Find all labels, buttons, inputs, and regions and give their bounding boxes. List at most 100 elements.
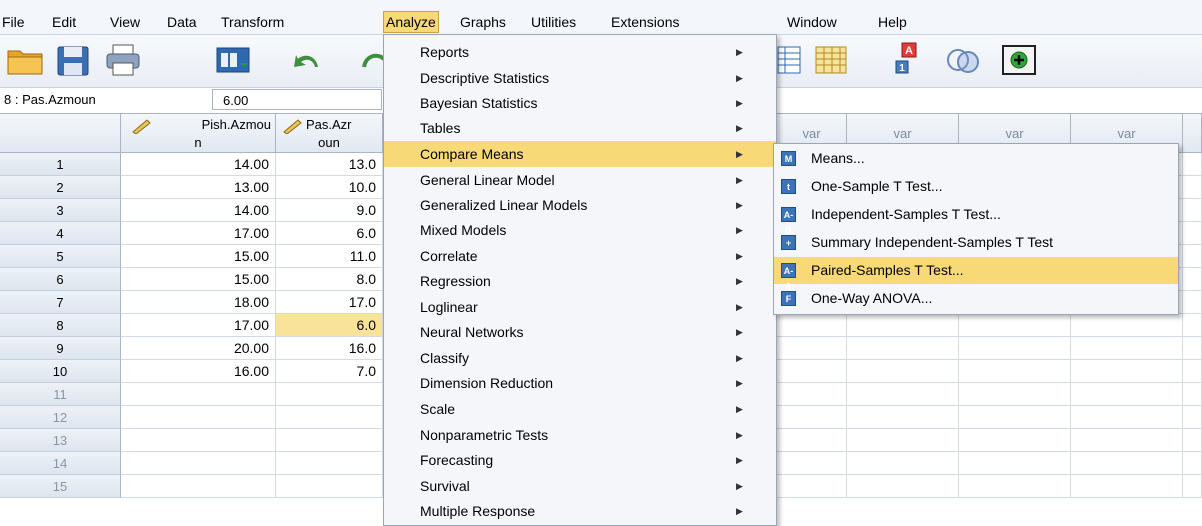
empty-cell[interactable]	[847, 429, 959, 452]
column-header-pas-azmoun[interactable]: Pas.Azr oun	[276, 114, 383, 153]
print-icon[interactable]	[104, 41, 142, 79]
menu-analyze[interactable]: Analyze	[383, 11, 439, 33]
submenu-item-summary-independent-samples-t-test[interactable]: + Summary Independent-Samples T Test	[774, 229, 1178, 256]
data-cell[interactable]: 17.0	[276, 291, 383, 314]
menu-item-multiple-response[interactable]: Multiple Response ▶	[384, 498, 776, 524]
data-cell[interactable]	[276, 429, 383, 452]
empty-cell[interactable]	[1183, 406, 1202, 429]
data-cell[interactable]: 8.0	[276, 268, 383, 291]
empty-cell[interactable]	[1183, 176, 1202, 199]
empty-cell[interactable]	[1071, 429, 1183, 452]
data-cell[interactable]	[121, 406, 276, 429]
row-number[interactable]: 9	[0, 337, 121, 360]
empty-cell[interactable]	[847, 383, 959, 406]
menu-item-nonparametric-tests[interactable]: Nonparametric Tests ▶	[384, 422, 776, 448]
row-number[interactable]: 2	[0, 176, 121, 199]
menu-item-classify[interactable]: Classify ▶	[384, 345, 776, 371]
data-cell[interactable]: 9.0	[276, 199, 383, 222]
cell-value-field[interactable]: 6.00	[212, 89, 382, 110]
empty-cell[interactable]	[777, 452, 847, 475]
menu-item-compare-means[interactable]: Compare Means ▶	[384, 141, 776, 167]
data-cell[interactable]: 15.00	[121, 268, 276, 291]
data-cell[interactable]: 18.00	[121, 291, 276, 314]
data-cell[interactable]	[276, 452, 383, 475]
menu-item-scale[interactable]: Scale ▶	[384, 396, 776, 422]
grid-corner[interactable]	[0, 114, 121, 153]
data-cell[interactable]	[121, 452, 276, 475]
data-cell[interactable]: 17.00	[121, 314, 276, 337]
data-cell[interactable]	[121, 429, 276, 452]
menu-utilities[interactable]: Utilities	[529, 12, 578, 32]
empty-cell[interactable]	[1183, 245, 1202, 268]
data-cell[interactable]: 7.0	[276, 360, 383, 383]
undo-icon[interactable]	[288, 41, 326, 79]
empty-cell[interactable]	[1071, 360, 1183, 383]
empty-cell[interactable]	[777, 429, 847, 452]
menu-edit[interactable]: Edit	[50, 12, 78, 32]
empty-cell[interactable]	[777, 360, 847, 383]
menu-help[interactable]: Help	[876, 12, 909, 32]
empty-cell[interactable]	[959, 314, 1071, 337]
empty-cell[interactable]	[1183, 222, 1202, 245]
empty-cell[interactable]	[847, 314, 959, 337]
empty-cell[interactable]	[1183, 268, 1202, 291]
split-file-icon[interactable]	[776, 41, 814, 79]
submenu-item-means[interactable]: M Means...	[774, 145, 1178, 172]
empty-cell[interactable]	[777, 337, 847, 360]
empty-cell[interactable]	[959, 337, 1071, 360]
value-labels-icon[interactable]: A 1	[888, 41, 926, 79]
row-number[interactable]: 14	[0, 452, 121, 475]
menu-item-generalized-linear-models[interactable]: Generalized Linear Models ▶	[384, 192, 776, 218]
menu-item-general-linear-model[interactable]: General Linear Model ▶	[384, 167, 776, 193]
row-number[interactable]: 4	[0, 222, 121, 245]
data-cell[interactable]: 16.0	[276, 337, 383, 360]
data-cell[interactable]: 6.0	[276, 222, 383, 245]
save-icon[interactable]	[54, 41, 92, 79]
empty-cell[interactable]	[777, 314, 847, 337]
menu-item-neural-networks[interactable]: Neural Networks ▶	[384, 319, 776, 345]
data-cell[interactable]: 16.00	[121, 360, 276, 383]
empty-cell[interactable]	[847, 475, 959, 498]
row-number[interactable]: 5	[0, 245, 121, 268]
data-cell[interactable]	[121, 475, 276, 498]
menu-item-loglinear[interactable]: Loglinear ▶	[384, 294, 776, 320]
menu-item-mixed-models[interactable]: Mixed Models ▶	[384, 217, 776, 243]
menu-data[interactable]: Data	[165, 12, 199, 32]
empty-cell[interactable]	[1183, 383, 1202, 406]
data-cell[interactable]: 6.0	[276, 314, 383, 337]
menu-item-tables[interactable]: Tables ▶	[384, 115, 776, 141]
menu-transform[interactable]: Transform	[219, 12, 286, 32]
data-cell[interactable]: 15.00	[121, 245, 276, 268]
row-number[interactable]: 3	[0, 199, 121, 222]
menu-extensions[interactable]: Extensions	[609, 12, 681, 32]
menu-item-survival[interactable]: Survival ▶	[384, 473, 776, 499]
menu-view[interactable]: View	[108, 12, 142, 32]
data-cell[interactable]: 10.0	[276, 176, 383, 199]
empty-cell[interactable]	[777, 475, 847, 498]
submenu-item-one-sample-t-test[interactable]: t One-Sample T Test...	[774, 173, 1178, 200]
empty-cell[interactable]	[1071, 452, 1183, 475]
data-cell[interactable]	[121, 383, 276, 406]
empty-cell[interactable]	[959, 360, 1071, 383]
empty-cell[interactable]	[1183, 360, 1202, 383]
menu-window[interactable]: Window	[785, 12, 839, 32]
empty-cell[interactable]	[777, 406, 847, 429]
menu-item-correlate[interactable]: Correlate ▶	[384, 243, 776, 269]
empty-cell[interactable]	[1071, 337, 1183, 360]
data-cell[interactable]: 20.00	[121, 337, 276, 360]
empty-cell[interactable]	[959, 406, 1071, 429]
empty-cell[interactable]	[1071, 314, 1183, 337]
data-cell[interactable]: 13.00	[121, 176, 276, 199]
data-cell[interactable]	[276, 383, 383, 406]
data-cell[interactable]: 11.0	[276, 245, 383, 268]
submenu-item-paired-samples-t-test[interactable]: A-A Paired-Samples T Test...	[774, 257, 1178, 291]
empty-cell[interactable]	[1183, 314, 1202, 337]
empty-cell[interactable]	[1183, 429, 1202, 452]
row-number[interactable]: 8	[0, 314, 121, 337]
menu-item-dimension-reduction[interactable]: Dimension Reduction ▶	[384, 370, 776, 396]
empty-cell[interactable]	[1071, 475, 1183, 498]
row-number[interactable]: 10	[0, 360, 121, 383]
open-folder-icon[interactable]	[6, 41, 44, 79]
data-cell[interactable]: 14.00	[121, 153, 276, 176]
empty-cell[interactable]	[959, 429, 1071, 452]
